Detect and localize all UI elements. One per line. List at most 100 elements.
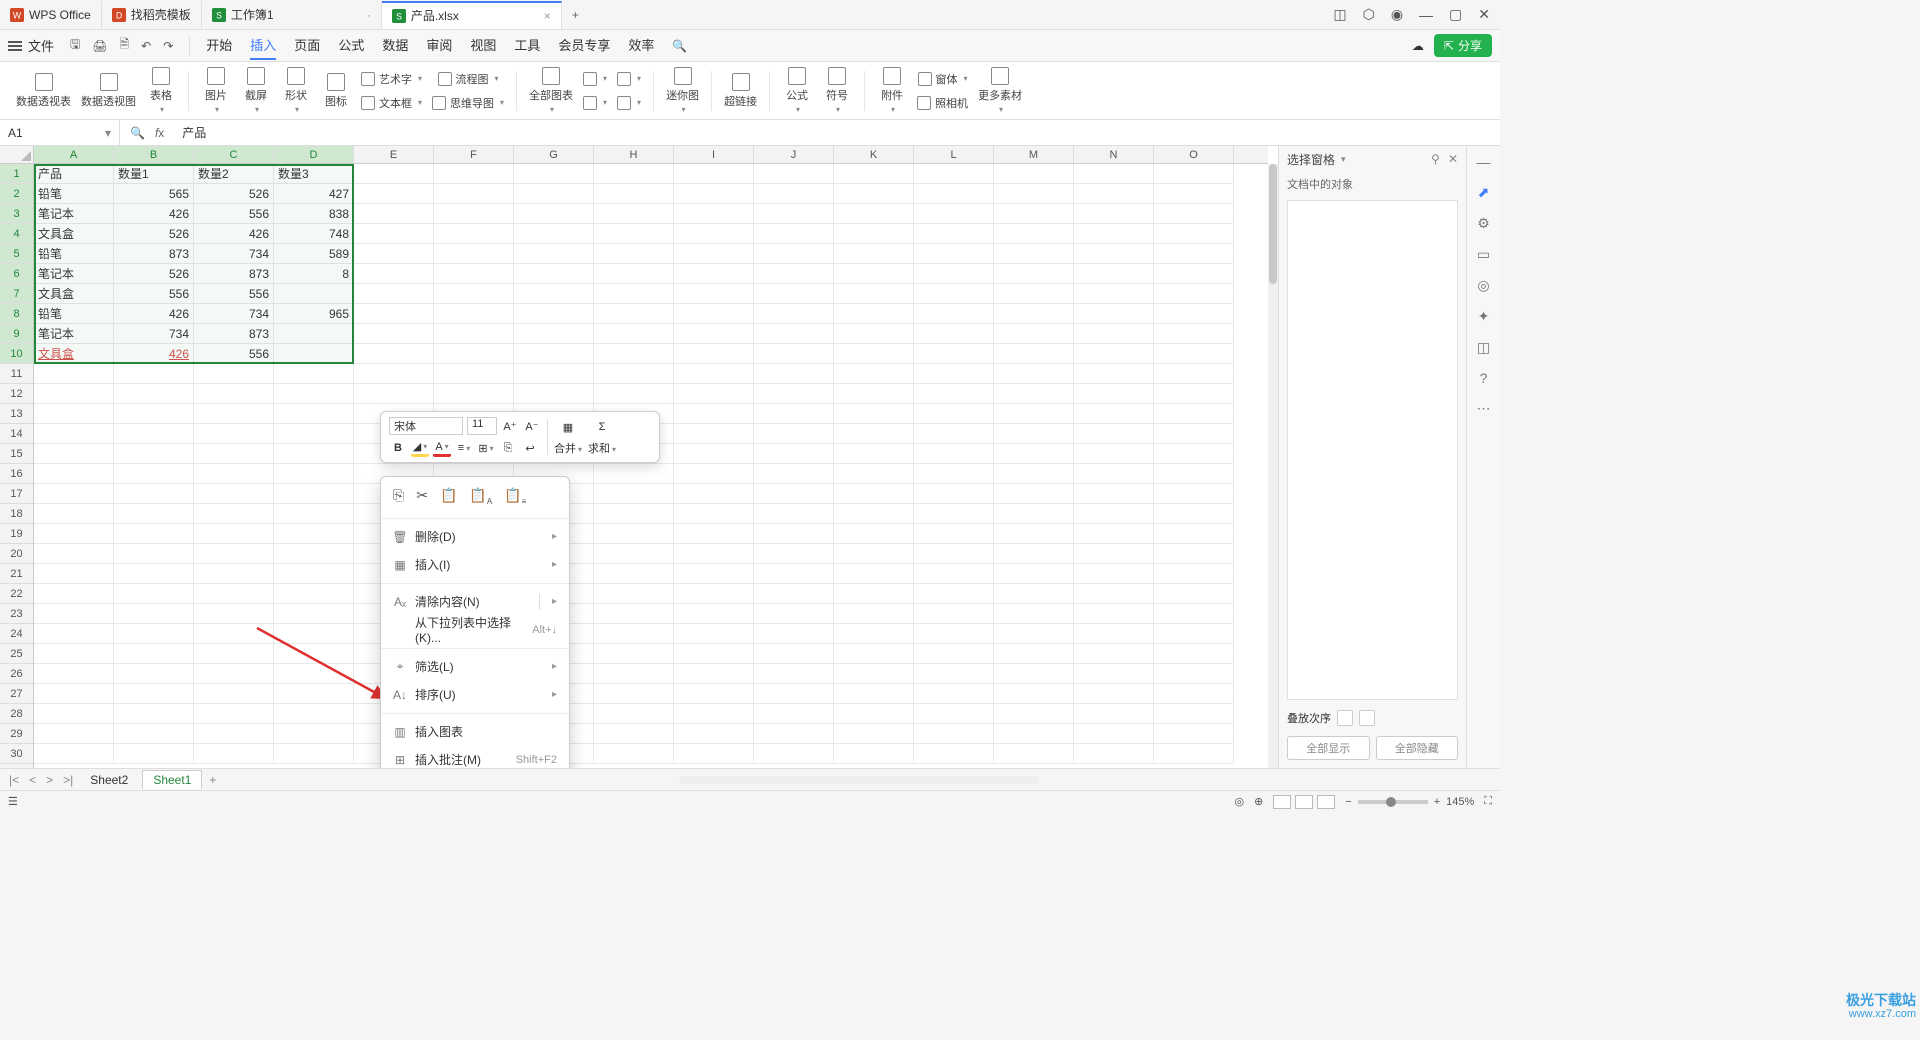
cell[interactable] (674, 324, 754, 344)
cell[interactable] (1074, 684, 1154, 704)
cell[interactable] (34, 484, 114, 504)
cell[interactable] (34, 364, 114, 384)
cell[interactable] (354, 184, 434, 204)
cell[interactable] (994, 644, 1074, 664)
rail-icon-4[interactable]: ✦ (1478, 308, 1490, 325)
cell[interactable] (914, 624, 994, 644)
cell[interactable] (514, 164, 594, 184)
vertical-scrollbar[interactable] (1268, 164, 1278, 768)
cell[interactable] (114, 364, 194, 384)
cell[interactable]: 873 (194, 324, 274, 344)
equation-button[interactable]: 公式 (782, 67, 812, 114)
cell[interactable]: 734 (194, 304, 274, 324)
cell[interactable] (914, 304, 994, 324)
cell[interactable] (994, 444, 1074, 464)
cell[interactable] (674, 644, 754, 664)
cell[interactable] (114, 664, 194, 684)
cell[interactable] (834, 264, 914, 284)
collapse-rail-icon[interactable]: — (1477, 154, 1491, 170)
cell[interactable] (114, 684, 194, 704)
cell[interactable] (1074, 524, 1154, 544)
row-header[interactable]: 12 (0, 384, 33, 404)
cell[interactable] (274, 384, 354, 404)
cell[interactable]: 铅笔 (34, 304, 114, 324)
cell[interactable] (754, 664, 834, 684)
row-header[interactable]: 20 (0, 544, 33, 564)
prev-sheet-button[interactable]: < (26, 773, 39, 787)
cell[interactable] (754, 264, 834, 284)
cell[interactable] (674, 304, 754, 324)
cell[interactable] (114, 604, 194, 624)
menu-tab-效率[interactable]: 效率 (628, 31, 654, 60)
column-header[interactable]: E (354, 146, 434, 163)
cell[interactable]: 748 (274, 224, 354, 244)
cell[interactable] (34, 424, 114, 444)
cell[interactable] (514, 384, 594, 404)
print-icon[interactable]: 🖨 (92, 39, 107, 53)
menu-tab-插入[interactable]: 插入 (250, 31, 276, 60)
cell[interactable] (914, 704, 994, 724)
cell[interactable] (754, 404, 834, 424)
row-header[interactable]: 10 (0, 344, 33, 364)
context-menu-item[interactable]: ⌖筛选(L)▸ (381, 653, 569, 681)
cell[interactable] (674, 364, 754, 384)
cell[interactable] (754, 744, 834, 764)
cell[interactable] (354, 244, 434, 264)
cell[interactable] (114, 704, 194, 724)
row-header[interactable]: 21 (0, 564, 33, 584)
cell[interactable] (834, 244, 914, 264)
cell[interactable] (1074, 304, 1154, 324)
cell[interactable] (514, 184, 594, 204)
cell[interactable] (674, 564, 754, 584)
cell[interactable] (434, 244, 514, 264)
cell[interactable]: 873 (194, 264, 274, 284)
cell[interactable] (354, 204, 434, 224)
maximize-button[interactable]: ▢ (1449, 6, 1462, 23)
sheet-tab-sheet1[interactable]: Sheet1 (142, 770, 202, 789)
cell[interactable] (34, 724, 114, 744)
cell[interactable] (754, 544, 834, 564)
cell[interactable] (834, 304, 914, 324)
zoom-in-button[interactable]: + (1434, 796, 1440, 808)
cell[interactable] (674, 724, 754, 744)
cell[interactable] (834, 464, 914, 484)
row-header[interactable]: 2 (0, 184, 33, 204)
cell[interactable] (274, 484, 354, 504)
cell[interactable] (114, 384, 194, 404)
hide-all-button[interactable]: 全部隐藏 (1376, 736, 1459, 760)
cell[interactable] (1154, 744, 1234, 764)
cell[interactable] (594, 184, 674, 204)
cell[interactable]: 427 (274, 184, 354, 204)
cell[interactable] (674, 204, 754, 224)
horizontal-scrollbar[interactable] (223, 776, 1494, 784)
hyperlink-button[interactable]: 超链接 (724, 73, 757, 109)
cell[interactable] (114, 504, 194, 524)
cell[interactable] (34, 524, 114, 544)
status-menu-icon[interactable]: ☰ (8, 795, 18, 808)
wordart-button[interactable]: 艺术字 (361, 69, 422, 89)
cell[interactable] (754, 464, 834, 484)
cell[interactable] (914, 464, 994, 484)
cell[interactable] (434, 344, 514, 364)
context-menu-item[interactable]: ▦插入(I)▸ (381, 551, 569, 579)
rail-icon-3[interactable]: ◎ (1477, 277, 1489, 294)
row-header[interactable]: 22 (0, 584, 33, 604)
cell[interactable] (594, 204, 674, 224)
cell[interactable] (674, 384, 754, 404)
cell[interactable] (114, 724, 194, 744)
column-header[interactable]: O (1154, 146, 1234, 163)
cell[interactable] (914, 264, 994, 284)
cell[interactable]: 数量3 (274, 164, 354, 184)
cell[interactable] (834, 364, 914, 384)
cell[interactable] (994, 184, 1074, 204)
sheet-tab-sheet2[interactable]: Sheet2 (80, 771, 138, 789)
cell[interactable] (754, 324, 834, 344)
cell[interactable] (754, 244, 834, 264)
icons-button[interactable]: 图标 (321, 73, 351, 109)
column-header[interactable]: K (834, 146, 914, 163)
column-header[interactable]: J (754, 146, 834, 163)
cell[interactable] (194, 484, 274, 504)
cell[interactable] (514, 284, 594, 304)
cell[interactable] (274, 284, 354, 304)
cell[interactable] (914, 544, 994, 564)
